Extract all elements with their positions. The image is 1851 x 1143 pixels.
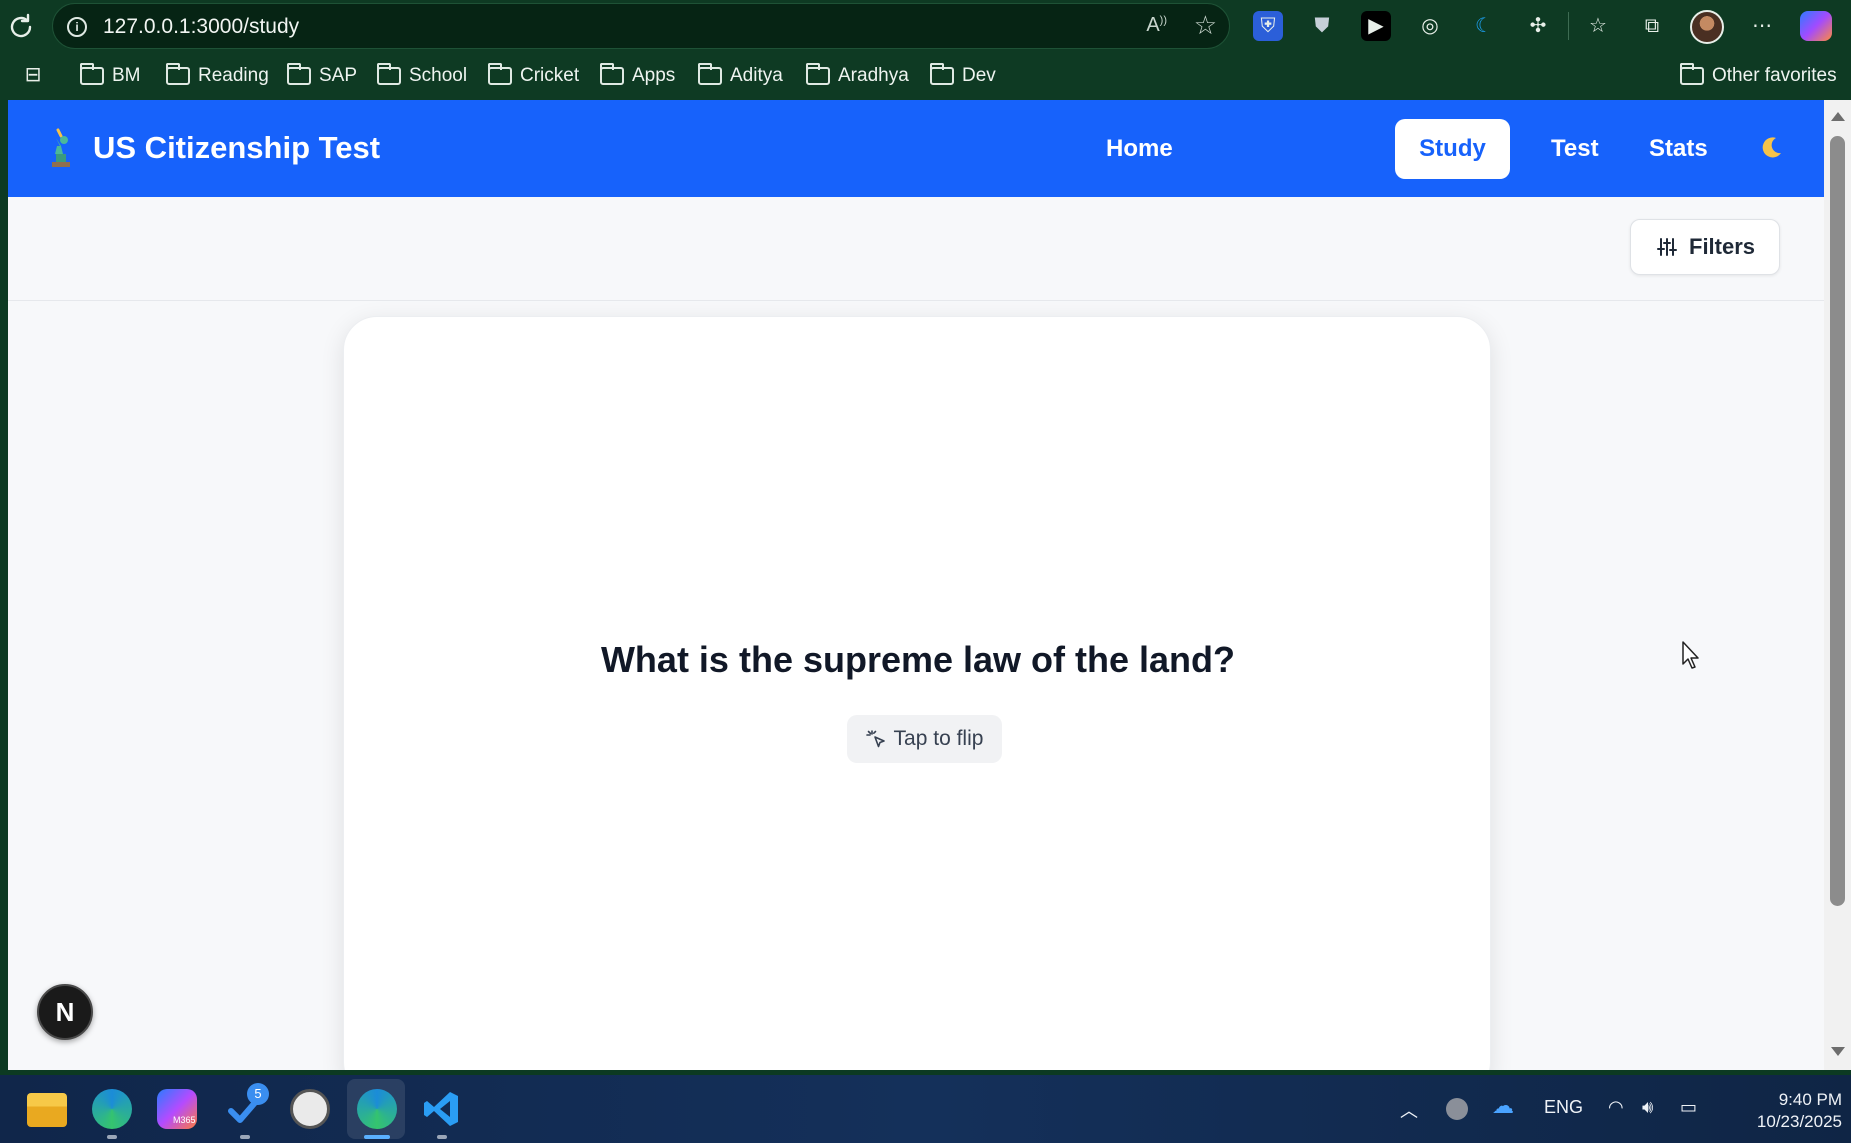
nav-home[interactable]: Home (1082, 119, 1197, 179)
bookmark-school[interactable]: School (377, 63, 468, 88)
page-scrollbar[interactable] (1824, 100, 1851, 1070)
windows-taskbar: M365 5 ︿ ☁ ENG ◠ 🔊︎ ▭ 9:40 PM 10/23/2025 (0, 1075, 1851, 1143)
favorite-star-icon[interactable]: ☆ (1194, 10, 1217, 41)
m365-label: M365 (173, 1115, 196, 1125)
battery-icon[interactable]: ▭ (1680, 1097, 1697, 1118)
browser-toolbar: i 127.0.0.1:3000/study A)) ☆ ⛨ ⛊ ▶ ◎ ☾ ✣… (0, 0, 1851, 52)
refresh-icon[interactable] (6, 12, 36, 42)
more-menu-icon[interactable]: ⋯ (1747, 11, 1777, 41)
vscode-icon[interactable] (422, 1089, 462, 1129)
bookmark-other-favorites[interactable]: Other favorites (1680, 63, 1837, 88)
bookmark-label: Dev (962, 65, 996, 86)
folder-icon (80, 63, 104, 85)
glasses-extension-icon[interactable]: ◎ (1415, 11, 1445, 41)
folder-icon (287, 63, 311, 85)
vpn-status-icon[interactable] (1446, 1098, 1468, 1120)
bookmark-label: Reading (198, 65, 269, 86)
edge-browser-icon[interactable] (357, 1089, 397, 1129)
page-viewport: US Citizenship Test Home Study Test Stat… (8, 100, 1824, 1070)
onedrive-cloud-icon[interactable]: ☁ (1492, 1093, 1514, 1119)
copilot-icon[interactable] (1800, 11, 1832, 41)
bookmark-label: Aradhya (838, 65, 909, 86)
sliders-icon (1657, 238, 1677, 256)
bookmark-label: Apps (632, 65, 676, 86)
clock-time: 9:40 PM (1778, 1090, 1842, 1109)
folder-icon (600, 63, 624, 85)
extensions-puzzle-icon[interactable]: ✣ (1523, 11, 1553, 41)
volume-icon[interactable]: 🔊︎ (1642, 1097, 1653, 1118)
todo-check-icon[interactable]: 5 (225, 1083, 269, 1129)
nav-study[interactable]: Study (1395, 119, 1510, 179)
filters-button[interactable]: Filters (1630, 219, 1780, 275)
bookmark-apps[interactable]: Apps (600, 63, 676, 88)
bookmark-label: SAP (319, 65, 358, 86)
system-clock[interactable]: 9:40 PM 10/23/2025 (1718, 1089, 1842, 1133)
next-dev-tools-badge[interactable]: N (37, 984, 93, 1040)
filters-label: Filters (1689, 234, 1756, 259)
read-aloud-icon[interactable]: A)) (1146, 14, 1167, 37)
file-explorer-icon[interactable] (27, 1093, 67, 1127)
app-navbar: US Citizenship Test Home Study Test Stat… (8, 100, 1824, 197)
running-indicator (240, 1135, 250, 1139)
bookmark-dev[interactable]: Dev (930, 63, 996, 88)
mouse-cursor-icon (1682, 641, 1699, 669)
clock-app-icon[interactable] (290, 1089, 330, 1129)
scroll-down-arrow-icon[interactable] (1831, 1047, 1845, 1056)
statue-of-liberty-icon (52, 128, 70, 167)
bookmark-label: Aditya (730, 65, 783, 86)
bookmark-label: Other favorites (1712, 65, 1837, 86)
study-toolbar: Filters (8, 197, 1824, 301)
bookmark-aditya[interactable]: Aditya (698, 63, 783, 88)
bookmark-bm[interactable]: BM (80, 63, 141, 88)
clock-date: 10/23/2025 (1756, 1112, 1842, 1131)
bookmark-label: School (409, 65, 468, 86)
folder-icon (1680, 63, 1704, 85)
bitwarden-extension-icon[interactable]: ⛨ (1253, 11, 1283, 41)
scroll-up-arrow-icon[interactable] (1831, 112, 1845, 121)
folder-icon (377, 63, 401, 85)
folder-icon (166, 63, 190, 85)
running-indicator (437, 1135, 447, 1139)
language-indicator[interactable]: ENG (1544, 1097, 1583, 1118)
bookmark-aradhya[interactable]: Aradhya (806, 63, 909, 88)
folder-icon (930, 63, 954, 85)
wifi-icon[interactable]: ◠ (1608, 1097, 1624, 1118)
flashcard[interactable]: What is the supreme law of the land? Tap… (343, 316, 1491, 1070)
play-extension-icon[interactable]: ▶ (1361, 11, 1391, 41)
address-bar[interactable]: i 127.0.0.1:3000/study A)) ☆ (52, 3, 1230, 49)
url-text[interactable]: 127.0.0.1:3000/study (103, 15, 299, 39)
active-indicator (364, 1135, 390, 1139)
edge-dev-icon[interactable] (92, 1089, 132, 1129)
m365-icon[interactable]: M365 (157, 1089, 197, 1129)
bookmark-reading[interactable]: Reading (166, 63, 269, 88)
folder-icon (806, 63, 830, 85)
c-extension-icon[interactable]: ☾ (1469, 11, 1499, 41)
dark-mode-moon-icon[interactable] (1758, 134, 1784, 160)
pointer-click-icon (865, 730, 885, 748)
toolbar-divider (1568, 12, 1569, 40)
running-indicator (107, 1135, 117, 1139)
tap-to-flip-hint[interactable]: Tap to flip (847, 715, 1002, 763)
todo-badge: 5 (247, 1083, 269, 1105)
nav-test[interactable]: Test (1527, 119, 1623, 179)
favorites-icon[interactable]: ☆ (1583, 11, 1613, 41)
folder-icon (488, 63, 512, 85)
app-title[interactable]: US Citizenship Test (93, 130, 380, 166)
bookmark-label: Cricket (520, 65, 580, 86)
profile-avatar[interactable] (1690, 10, 1724, 44)
show-hidden-icons-chevron-icon[interactable]: ︿ (1400, 1097, 1418, 1123)
bookmarks-bar: ⊟ BM Reading SAP School Cricket Apps Adi… (0, 52, 1851, 100)
bookmark-label: BM (112, 65, 141, 86)
bookmark-cricket[interactable]: Cricket (488, 63, 580, 88)
folder-icon (698, 63, 722, 85)
ublock-extension-icon[interactable]: ⛊ (1307, 11, 1337, 41)
collections-icon[interactable]: ⧉ (1637, 11, 1667, 41)
tap-to-flip-label: Tap to flip (893, 727, 984, 750)
scrollbar-thumb[interactable] (1830, 136, 1845, 906)
site-info-icon[interactable]: i (67, 17, 87, 37)
flashcard-question: What is the supreme law of the land? (600, 639, 1236, 680)
tab-actions-icon[interactable]: ⊟ (18, 60, 48, 90)
nav-stats[interactable]: Stats (1625, 119, 1732, 179)
bookmark-sap[interactable]: SAP (287, 63, 358, 88)
